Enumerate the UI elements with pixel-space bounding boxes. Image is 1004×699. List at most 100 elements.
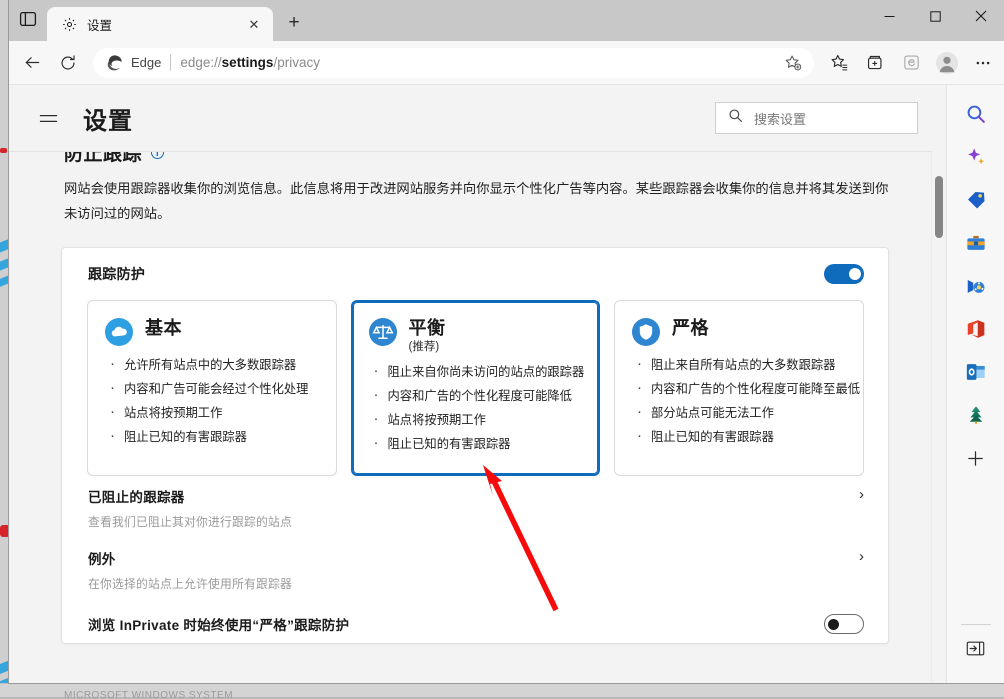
balance-scale-icon bbox=[368, 317, 398, 347]
toolbox-icon[interactable] bbox=[959, 226, 993, 260]
option-title-group: 严格 bbox=[672, 317, 709, 339]
option-bullets: 阻止来自所有站点的大多数跟踪器 内容和广告的个性化程度可能降至最低 部分站点可能… bbox=[631, 353, 849, 449]
address-bar[interactable]: Edge edge://settings/privacy bbox=[93, 48, 814, 78]
row-title: 例外 bbox=[88, 548, 859, 568]
option-title-group: 基本 bbox=[145, 317, 182, 339]
copilot-sparkle-icon[interactable] bbox=[959, 140, 993, 174]
option-title-group: 平衡 (推荐) bbox=[409, 317, 446, 354]
close-button[interactable] bbox=[958, 0, 1004, 32]
option-name: 严格 bbox=[672, 317, 709, 339]
collections-icon[interactable] bbox=[858, 46, 892, 80]
row-blocked-trackers[interactable]: 已阻止的跟踪器 查看我们已阻止其对你进行跟踪的站点 › bbox=[62, 476, 888, 538]
star-plus-icon[interactable] bbox=[776, 46, 810, 80]
option-bullet: 内容和广告的个性化程度可能降低 bbox=[368, 384, 586, 408]
toggle-knob bbox=[849, 268, 861, 280]
chevron-right-icon[interactable]: › bbox=[859, 486, 864, 503]
tree-icon[interactable] bbox=[959, 398, 993, 432]
option-bullet: 阻止来自所有站点的大多数跟踪器 bbox=[631, 353, 849, 377]
maximize-button[interactable] bbox=[912, 0, 958, 32]
profile-avatar-icon[interactable] bbox=[930, 46, 964, 80]
games-icon[interactable] bbox=[959, 269, 993, 303]
minimize-button[interactable] bbox=[866, 0, 912, 32]
tracking-prevention-toggle[interactable] bbox=[824, 264, 864, 284]
vertical-scrollbar[interactable] bbox=[931, 151, 946, 683]
edge-logo-icon bbox=[106, 54, 123, 71]
edge-brand-label: Edge bbox=[131, 55, 161, 70]
chevron-right-icon[interactable]: › bbox=[859, 548, 864, 565]
back-icon[interactable] bbox=[15, 46, 49, 80]
option-bullets: 允许所有站点中的大多数跟踪器 内容和广告可能会经过个性化处理 站点将按预期工作 … bbox=[104, 353, 322, 449]
option-bullet: 部分站点可能无法工作 bbox=[631, 401, 849, 425]
option-header: 基本 bbox=[104, 317, 322, 347]
option-subtitle: (推荐) bbox=[409, 340, 446, 354]
tracking-prevention-card: 跟踪防护 bbox=[61, 247, 889, 644]
tab-list-icon[interactable] bbox=[9, 0, 47, 41]
inprivate-strict-toggle[interactable] bbox=[824, 614, 864, 634]
section-description: 网站会使用跟踪器收集你的浏览信息。此信息将用于改进网站服务并向你显示个性化广告等… bbox=[64, 176, 894, 226]
row-text-group: 已阻止的跟踪器 查看我们已阻止其对你进行跟踪的站点 bbox=[88, 486, 859, 530]
option-bullet: 站点将按预期工作 bbox=[368, 408, 586, 432]
option-header: 严格 bbox=[631, 317, 849, 347]
option-bullet: 内容和广告的个性化程度可能降至最低 bbox=[631, 377, 849, 401]
row-title: 浏览 InPrivate 时始终使用“严格”跟踪防护 bbox=[88, 614, 349, 634]
section-heading: 防止跟踪 i bbox=[64, 151, 164, 166]
edge-brand: Edge bbox=[106, 54, 161, 71]
info-icon[interactable]: i bbox=[151, 151, 164, 159]
option-card-basic[interactable]: 基本 允许所有站点中的大多数跟踪器 内容和广告可能会经过个性化处理 站点将按预期… bbox=[87, 300, 337, 476]
toggle-knob bbox=[828, 619, 839, 630]
option-bullet: 阻止已知的有害跟踪器 bbox=[631, 425, 849, 449]
row-text-group: 例外 在你选择的站点上允许使用所有跟踪器 bbox=[88, 548, 859, 592]
edge-sidebar bbox=[946, 85, 1004, 683]
row-title: 已阻止的跟踪器 bbox=[88, 486, 859, 506]
tab-title: 设置 bbox=[87, 15, 233, 34]
option-header: 平衡 (推荐) bbox=[368, 317, 586, 354]
more-options-icon[interactable] bbox=[966, 46, 1000, 80]
search-icon bbox=[728, 108, 743, 128]
url-suffix: /privacy bbox=[273, 55, 320, 70]
scrollbar-thumb[interactable] bbox=[935, 176, 943, 238]
settings-header: 设置 搜索设置 bbox=[9, 85, 946, 151]
row-exceptions[interactable]: 例外 在你选择的站点上允许使用所有跟踪器 › bbox=[62, 538, 888, 600]
row-subtitle: 在你选择的站点上允许使用所有跟踪器 bbox=[88, 575, 859, 592]
option-bullet: 站点将按预期工作 bbox=[104, 401, 322, 425]
section-heading-text: 防止跟踪 bbox=[64, 151, 142, 166]
search-placeholder: 搜索设置 bbox=[754, 109, 806, 128]
option-card-balanced[interactable]: 平衡 (推荐) 阻止来自你尚未访问的站点的跟踪器 内容和广告的个性化程度可能降低… bbox=[351, 300, 601, 476]
url-bold: settings bbox=[222, 55, 274, 70]
tab-strip: 设置 ✕ + bbox=[9, 0, 1004, 41]
option-bullet: 允许所有站点中的大多数跟踪器 bbox=[104, 353, 322, 377]
edge-essentials-icon[interactable] bbox=[894, 46, 928, 80]
outlook-icon[interactable] bbox=[959, 355, 993, 389]
gear-icon bbox=[61, 16, 77, 32]
tracking-prevention-row: 跟踪防护 bbox=[62, 248, 888, 300]
close-icon[interactable]: ✕ bbox=[243, 13, 265, 35]
sidebar-toggle-icon[interactable] bbox=[959, 631, 993, 665]
search-icon[interactable] bbox=[959, 97, 993, 131]
wallpaper-accent bbox=[0, 148, 7, 153]
sidebar-divider bbox=[961, 624, 991, 625]
option-bullet: 阻止已知的有害跟踪器 bbox=[104, 425, 322, 449]
browser-window: 设置 ✕ + bbox=[9, 0, 1004, 683]
row-inprivate-strict: 浏览 InPrivate 时始终使用“严格”跟踪防护 bbox=[62, 600, 888, 648]
page-area: 设置 搜索设置 防止跟踪 i 网站会使用跟踪器收集你的浏览信 bbox=[9, 85, 1004, 683]
new-tab-button[interactable]: + bbox=[279, 8, 309, 38]
settings-scroll-area[interactable]: 防止跟踪 i 网站会使用跟踪器收集你的浏览信息。此信息将用于改进网站服务并向你显… bbox=[9, 151, 946, 683]
option-card-strict[interactable]: 严格 阻止来自所有站点的大多数跟踪器 内容和广告的个性化程度可能降至最低 部分站… bbox=[614, 300, 864, 476]
browser-tab[interactable]: 设置 ✕ bbox=[47, 7, 273, 41]
protection-level-options: 基本 允许所有站点中的大多数跟踪器 内容和广告可能会经过个性化处理 站点将按预期… bbox=[62, 300, 888, 476]
search-input[interactable]: 搜索设置 bbox=[715, 102, 918, 134]
shopping-tag-icon[interactable] bbox=[959, 183, 993, 217]
favorites-icon[interactable] bbox=[822, 46, 856, 80]
office-icon[interactable] bbox=[959, 312, 993, 346]
plus-icon[interactable] bbox=[959, 441, 993, 475]
hamburger-menu-icon[interactable] bbox=[33, 103, 63, 133]
url-prefix: edge:// bbox=[180, 55, 221, 70]
tracking-prevention-label: 跟踪防护 bbox=[88, 264, 145, 284]
settings-page: 设置 搜索设置 防止跟踪 i 网站会使用跟踪器收集你的浏览信 bbox=[9, 85, 946, 683]
refresh-icon[interactable] bbox=[51, 46, 85, 80]
omnibox-divider bbox=[170, 54, 171, 71]
background-window-text: MICROSOFT WINDOWS SYSTEM bbox=[64, 690, 233, 699]
row-subtitle: 查看我们已阻止其对你进行跟踪的站点 bbox=[88, 513, 859, 530]
browser-toolbar: Edge edge://settings/privacy bbox=[9, 41, 1004, 85]
shield-icon bbox=[631, 317, 661, 347]
